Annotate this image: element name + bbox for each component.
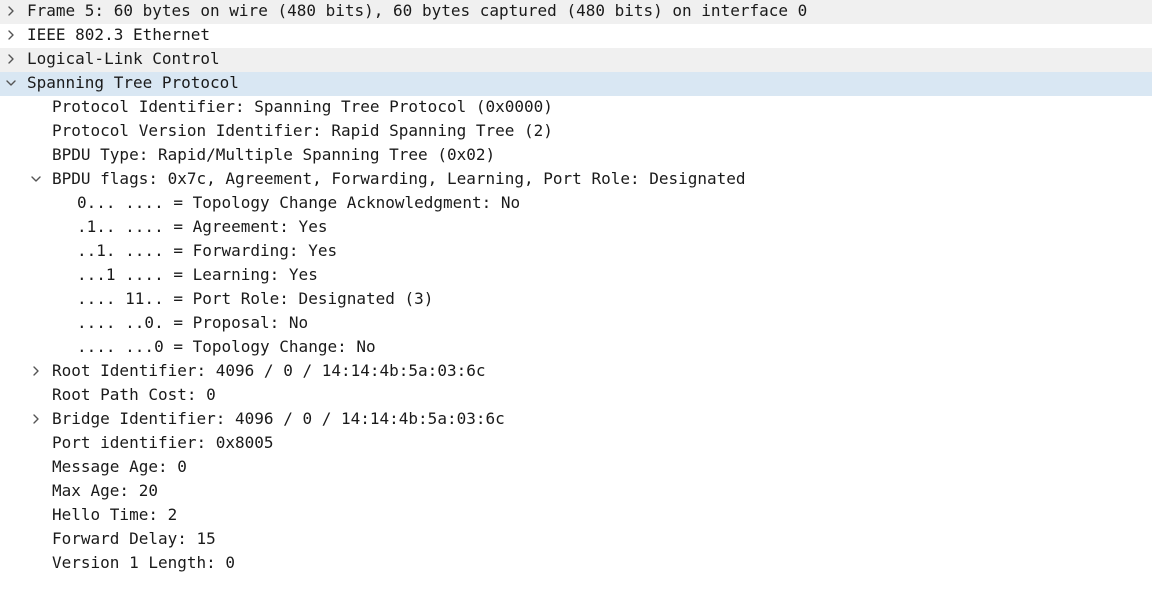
chevron-down-icon[interactable] bbox=[3, 72, 19, 94]
chevron-right-icon[interactable] bbox=[3, 24, 19, 46]
tree-row-frame[interactable]: Frame 5: 60 bytes on wire (480 bits), 60… bbox=[0, 0, 1152, 24]
tree-row-label: Max Age: 20 bbox=[52, 481, 158, 500]
tree-row-flag-agreement[interactable]: .1.. .... = Agreement: Yes bbox=[0, 216, 1152, 240]
tree-row-label: Protocol Identifier: Spanning Tree Proto… bbox=[52, 97, 553, 116]
tree-row-llc[interactable]: Logical-Link Control bbox=[0, 48, 1152, 72]
tree-row-label: ..1. .... = Forwarding: Yes bbox=[77, 241, 338, 260]
packet-details-tree: Frame 5: 60 bytes on wire (480 bits), 60… bbox=[0, 0, 1152, 576]
tree-row-ieee-802-3[interactable]: IEEE 802.3 Ethernet bbox=[0, 24, 1152, 48]
tree-row-protocol-version[interactable]: Protocol Version Identifier: Rapid Spann… bbox=[0, 120, 1152, 144]
tree-row-bpdu-type[interactable]: BPDU Type: Rapid/Multiple Spanning Tree … bbox=[0, 144, 1152, 168]
tree-row-label: .... ...0 = Topology Change: No bbox=[77, 337, 376, 356]
tree-row-flag-topology-change[interactable]: .... ...0 = Topology Change: No bbox=[0, 336, 1152, 360]
tree-row-label: Root Identifier: 4096 / 0 / 14:14:4b:5a:… bbox=[52, 361, 486, 380]
tree-row-flag-port-role[interactable]: .... 11.. = Port Role: Designated (3) bbox=[0, 288, 1152, 312]
tree-row-label: Port identifier: 0x8005 bbox=[52, 433, 274, 452]
tree-row-flag-forwarding[interactable]: ..1. .... = Forwarding: Yes bbox=[0, 240, 1152, 264]
tree-row-hello-time[interactable]: Hello Time: 2 bbox=[0, 504, 1152, 528]
tree-row-port-identifier[interactable]: Port identifier: 0x8005 bbox=[0, 432, 1152, 456]
tree-row-label: Hello Time: 2 bbox=[52, 505, 178, 524]
tree-row-label: Spanning Tree Protocol bbox=[27, 73, 239, 92]
tree-row-label: 0... .... = Topology Change Acknowledgme… bbox=[77, 193, 521, 212]
chevron-right-icon[interactable] bbox=[3, 48, 19, 70]
tree-row-label: IEEE 802.3 Ethernet bbox=[27, 25, 211, 44]
chevron-right-icon[interactable] bbox=[28, 360, 44, 382]
tree-row-label: ...1 .... = Learning: Yes bbox=[77, 265, 318, 284]
tree-row-label: Logical-Link Control bbox=[27, 49, 220, 68]
tree-row-label: Message Age: 0 bbox=[52, 457, 187, 476]
chevron-down-icon[interactable] bbox=[28, 168, 44, 190]
tree-row-root-path-cost[interactable]: Root Path Cost: 0 bbox=[0, 384, 1152, 408]
chevron-right-icon[interactable] bbox=[3, 0, 19, 22]
tree-row-label: Protocol Version Identifier: Rapid Spann… bbox=[52, 121, 553, 140]
tree-row-label: Root Path Cost: 0 bbox=[52, 385, 216, 404]
tree-row-protocol-identifier[interactable]: Protocol Identifier: Spanning Tree Proto… bbox=[0, 96, 1152, 120]
tree-row-label: BPDU flags: 0x7c, Agreement, Forwarding,… bbox=[52, 169, 746, 188]
tree-row-max-age[interactable]: Max Age: 20 bbox=[0, 480, 1152, 504]
tree-row-label: Bridge Identifier: 4096 / 0 / 14:14:4b:5… bbox=[52, 409, 505, 428]
tree-row-forward-delay[interactable]: Forward Delay: 15 bbox=[0, 528, 1152, 552]
chevron-right-icon[interactable] bbox=[28, 408, 44, 430]
tree-row-bpdu-flags[interactable]: BPDU flags: 0x7c, Agreement, Forwarding,… bbox=[0, 168, 1152, 192]
tree-row-label: Forward Delay: 15 bbox=[52, 529, 216, 548]
tree-row-flag-tca[interactable]: 0... .... = Topology Change Acknowledgme… bbox=[0, 192, 1152, 216]
tree-row-flag-proposal[interactable]: .... ..0. = Proposal: No bbox=[0, 312, 1152, 336]
tree-row-label: Frame 5: 60 bytes on wire (480 bits), 60… bbox=[27, 1, 808, 20]
tree-row-label: BPDU Type: Rapid/Multiple Spanning Tree … bbox=[52, 145, 496, 164]
tree-row-label: Version 1 Length: 0 bbox=[52, 553, 236, 572]
tree-row-bridge-identifier[interactable]: Bridge Identifier: 4096 / 0 / 14:14:4b:5… bbox=[0, 408, 1152, 432]
tree-row-root-identifier[interactable]: Root Identifier: 4096 / 0 / 14:14:4b:5a:… bbox=[0, 360, 1152, 384]
tree-row-label: .1.. .... = Agreement: Yes bbox=[77, 217, 328, 236]
tree-row-flag-learning[interactable]: ...1 .... = Learning: Yes bbox=[0, 264, 1152, 288]
tree-row-label: .... 11.. = Port Role: Designated (3) bbox=[77, 289, 434, 308]
tree-row-message-age[interactable]: Message Age: 0 bbox=[0, 456, 1152, 480]
tree-row-label: .... ..0. = Proposal: No bbox=[77, 313, 309, 332]
tree-row-stp[interactable]: Spanning Tree Protocol bbox=[0, 72, 1152, 96]
tree-row-version-1-length[interactable]: Version 1 Length: 0 bbox=[0, 552, 1152, 576]
